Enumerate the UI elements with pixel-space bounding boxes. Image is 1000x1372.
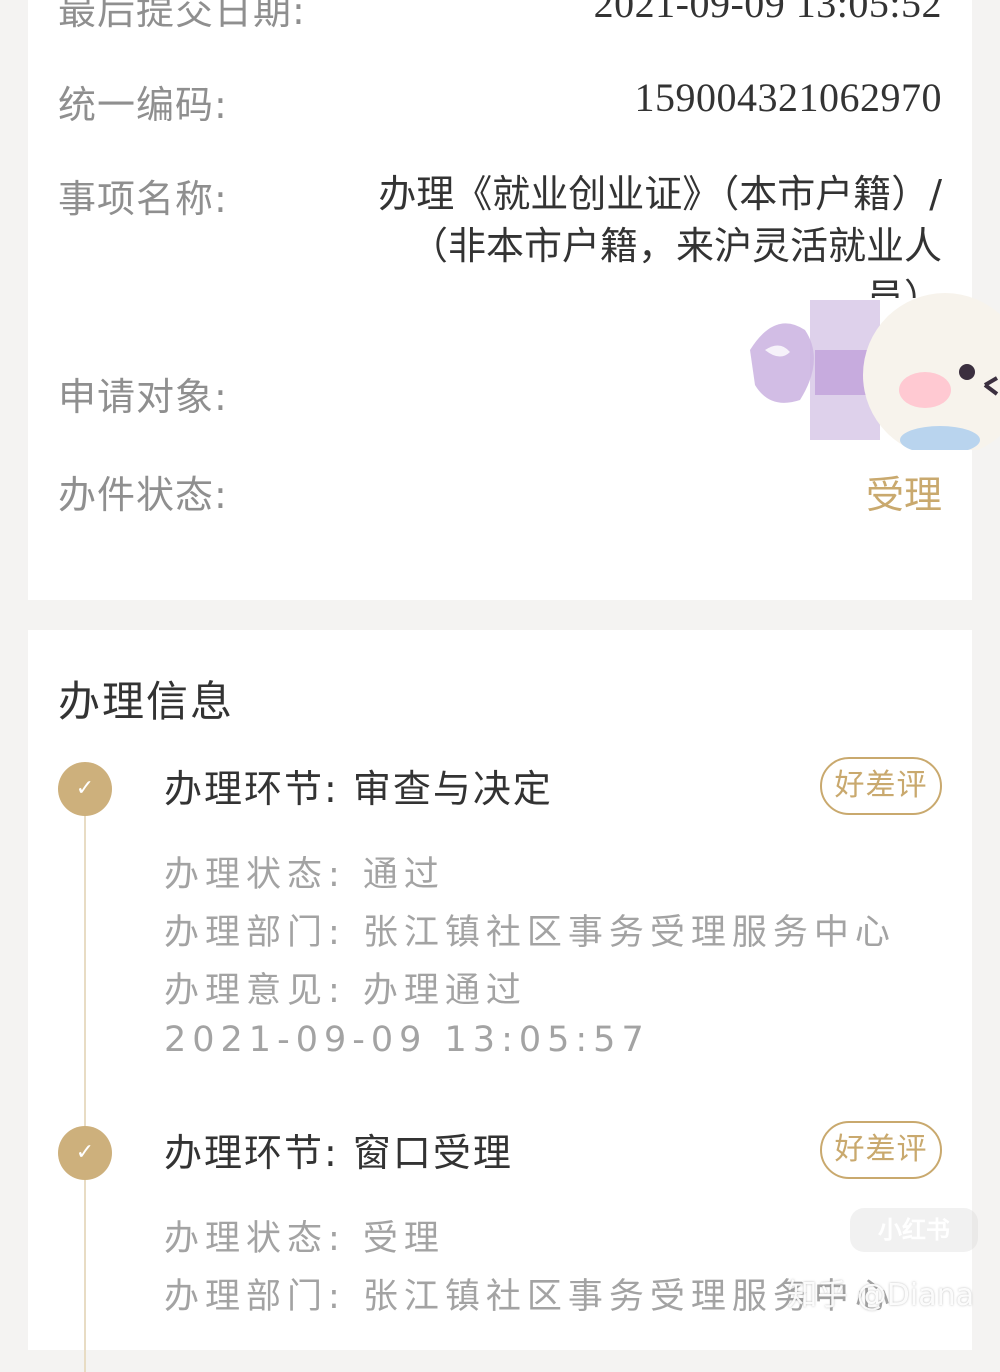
step-title: 办理环节: 审查与决定 <box>164 767 553 811</box>
case-status-row: 办件状态: 受理 <box>58 464 942 517</box>
unified-code-row: 统一编码: 1590043210629​70 <box>58 74 942 127</box>
processing-info-card: 办理信息 ✓ 办理环节: 审查与决定 好差评 办理状态: 通过 办理部门: 张江… <box>28 630 972 1372</box>
xiaohongshu-watermark: 小红书 <box>850 1208 978 1252</box>
step-opinion: 办理意见: 办理通过 <box>164 971 527 1011</box>
timeline-line <box>84 792 86 1372</box>
zhihu-watermark: 知乎 @Diana <box>787 1278 974 1313</box>
applicant-label: 申请对象: <box>58 375 228 419</box>
rate-button[interactable]: 好差评 <box>820 1121 942 1179</box>
section-title: 办理信息 <box>58 677 235 726</box>
step-title: 办理环节: 窗口受理 <box>164 1131 513 1175</box>
unified-code-label: 统一编码: <box>58 83 228 127</box>
submit-date-value: 2021-09-09 13:05:52 <box>593 0 942 26</box>
case-status-value: 受理 <box>865 473 942 517</box>
rate-button[interactable]: 好差评 <box>820 757 942 815</box>
step-time: 2021-09-09 13:05:57 <box>164 1020 650 1060</box>
item-name-row: 事项名称: 办理《就业创业证》（本市户籍）/（非本市户籍，来沪灵活就业人员） <box>58 168 942 298</box>
item-name-label: 事项名称: <box>58 177 228 221</box>
check-icon: ✓ <box>58 762 112 816</box>
check-icon: ✓ <box>58 1126 112 1180</box>
privacy-sticker-image <box>745 290 1000 450</box>
step-status: 办理状态: 通过 <box>164 855 445 895</box>
step-department: 办理部门: 张江镇社区事务受理服务中心 <box>164 913 896 953</box>
submit-date-row: 最后提交日期: 2021-09-09 13:05:52 <box>58 0 942 33</box>
submit-date-label: 最后提交日期: <box>58 0 306 33</box>
item-name-value: 办理《就业创业证》（本市户籍）/（非本市户籍，来沪灵活就业人员） <box>378 172 942 298</box>
case-status-label: 办件状态: <box>58 473 228 517</box>
unified-code-value: 1590043210629​70 <box>634 75 942 120</box>
step-status: 办理状态: 受理 <box>164 1219 445 1259</box>
